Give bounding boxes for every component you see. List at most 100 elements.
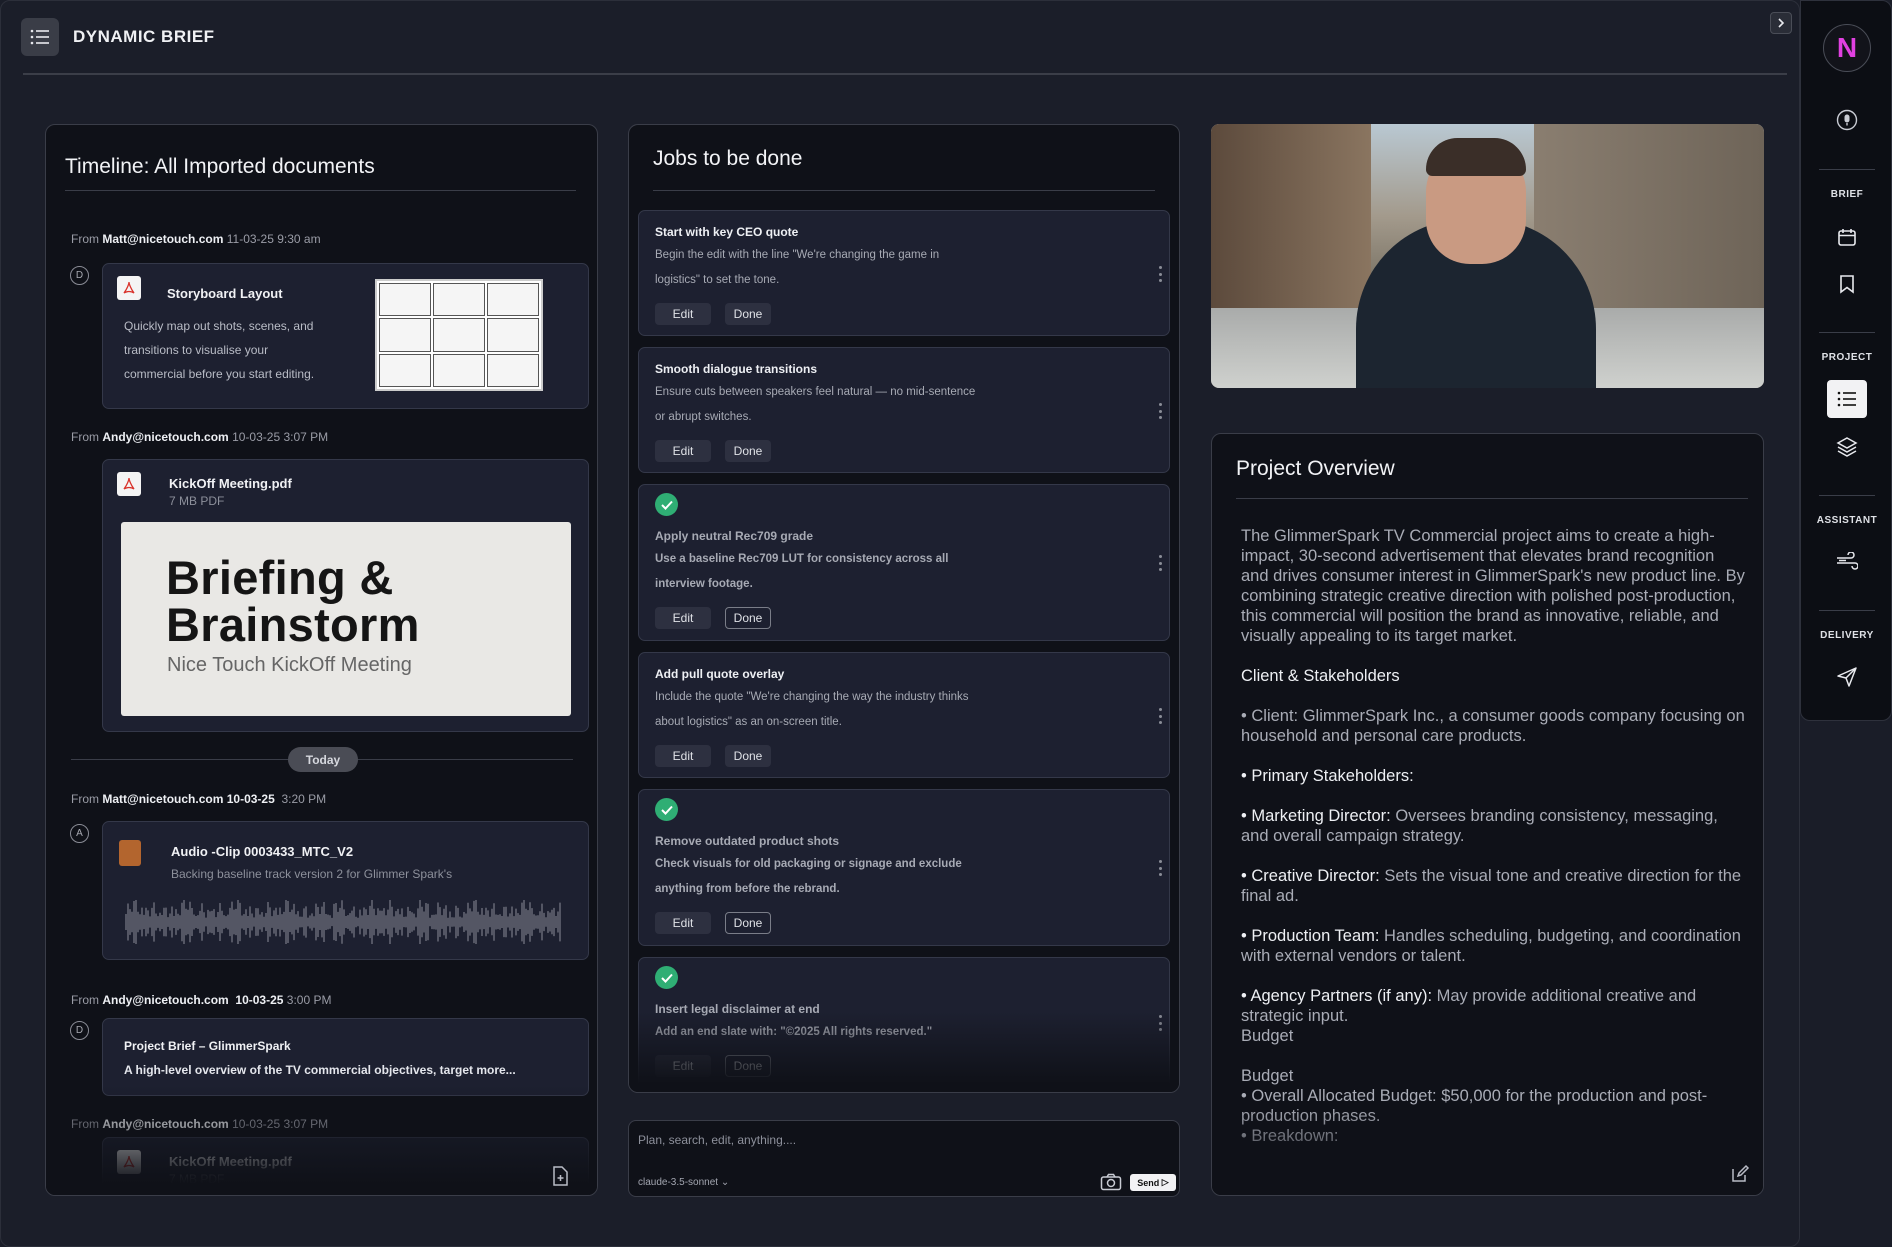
job-description: Include the quote "We're changing the wa… [655,691,969,728]
add-document-icon[interactable] [549,1165,571,1187]
top-bar: DYNAMIC BRIEF [21,15,215,59]
entry-from: From Matt@nicetouch.com 10-03-25 3:20 PM [71,792,327,806]
edit-button[interactable]: Edit [655,745,711,767]
entry-from: From Andy@nicetouch.com 10-03-25 3:07 PM [71,430,329,444]
wind-icon[interactable] [1836,550,1858,572]
budget-item: • Overall Allocated Budget: $50,000 for … [1241,1087,1708,1125]
calendar-icon[interactable] [1836,226,1858,248]
bookmark-icon[interactable] [1836,273,1858,295]
sender-email: Andy@nicetouch.com [102,430,229,444]
card-title: KickOff Meeting.pdf [169,476,292,491]
clients-heading: Client & Stakeholders [1241,667,1400,685]
today-badge: Today [288,747,358,772]
edit-button[interactable]: Edit [655,440,711,462]
more-options-icon[interactable] [1159,266,1163,282]
divider [65,190,576,191]
edit-button[interactable]: Edit [655,912,711,934]
done-button[interactable]: Done [725,912,771,934]
stakeholder-item: • Marketing Director: Oversees branding … [1241,807,1718,845]
rail-divider [1819,495,1875,496]
layers-icon[interactable] [1836,436,1858,458]
section-label-brief: BRIEF [1830,189,1864,200]
job-title: Smooth dialogue transitions [655,362,818,376]
job-card[interactable]: Smooth dialogue transitions Ensure cuts … [638,347,1170,473]
project-brief-card[interactable]: Project Brief – GlimmerSpark A high-leve… [102,1018,589,1096]
file-size: 7 MB PDF [169,494,225,508]
overview-body: The GlimmerSpark TV Commercial project a… [1241,526,1746,1146]
stakeholder-item: • Production Team: Handles scheduling, b… [1241,927,1741,965]
preview-heading: Briefing & Brainstorm [166,551,420,651]
checkmark-icon[interactable] [655,798,678,821]
waveform [125,900,561,944]
pdf-preview: Briefing & Brainstorm Nice Touch KickOff … [121,522,571,716]
sender-email: Andy@nicetouch.com [102,1117,229,1131]
camera-icon[interactable] [1100,1173,1122,1191]
avatar: D [70,266,89,285]
divider [1236,498,1748,499]
done-button[interactable]: Done [725,1055,771,1077]
checkmark-icon[interactable] [655,493,678,516]
card-title: Audio -Clip 0003433_MTC_V2 [171,844,354,859]
microphone-icon[interactable] [1836,109,1858,131]
done-button[interactable]: Done [725,440,771,462]
more-options-icon[interactable] [1159,1015,1163,1031]
sender-email: Matt@nicetouch.com [102,232,224,246]
video-preview[interactable] [1211,124,1764,388]
more-options-icon[interactable] [1159,403,1163,419]
audio-card[interactable]: Audio -Clip 0003433_MTC_V2 Backing basel… [102,821,589,960]
audio-file-icon [119,840,141,866]
overview-title: Project Overview [1236,457,1395,480]
job-description: Use a baseline Rec709 LUT for consistenc… [655,553,949,590]
checkmark-icon[interactable] [655,966,678,989]
job-card-completed[interactable]: Remove outdated product shots Check visu… [638,789,1170,946]
menu-button[interactable] [21,18,59,56]
prompt-input[interactable] [638,1129,1118,1151]
storyboard-card[interactable]: Storyboard Layout Quickly map out shots,… [102,263,589,409]
overview-intro: The GlimmerSpark TV Commercial project a… [1241,527,1745,645]
edit-button[interactable]: Edit [655,607,711,629]
job-title: Apply neutral Rec709 grade [655,529,814,543]
job-card[interactable]: Add pull quote overlay Include the quote… [638,652,1170,778]
right-navigation-rail: N BRIEF PROJECT ASSISTANT DELIVERY [1800,0,1892,721]
chevron-down-icon: ⌄ [720,1177,730,1188]
preview-subtitle: Nice Touch KickOff Meeting [167,654,412,676]
edit-button[interactable]: Edit [655,1055,711,1077]
job-card[interactable]: Start with key CEO quote Begin the edit … [638,210,1170,336]
more-options-icon[interactable] [1159,860,1163,876]
job-title: Insert legal disclaimer at end [655,1002,820,1016]
avatar: D [70,1021,89,1040]
done-button[interactable]: Done [725,745,771,767]
edit-button[interactable]: Edit [655,303,711,325]
jobs-title: Jobs to be done [653,147,803,170]
timeline-panel: Timeline: All Imported documents From Ma… [45,124,598,1196]
entry-from: From Andy@nicetouch.com 10-03-25 3:07 PM [71,1117,329,1131]
send-icon[interactable] [1836,666,1858,688]
budget-heading: Budget [1241,1067,1294,1085]
send-button[interactable]: Send ▷ [1130,1174,1176,1191]
job-card-completed[interactable]: Apply neutral Rec709 grade Use a baselin… [638,484,1170,641]
list-icon[interactable] [1827,380,1867,418]
card-title: Project Brief – GlimmerSpark [124,1039,291,1053]
more-options-icon[interactable] [1159,555,1163,571]
entry-from: From Andy@nicetouch.com 10-03-25 3:00 PM [71,993,332,1007]
kickoff-pdf-card-2[interactable]: KickOff Meeting.pdf 7 MB PDF [102,1137,589,1195]
stakeholder-item: • Agency Partners (if any): May provide … [1241,987,1697,1045]
primary-stakeholders: • Primary Stakeholders: [1241,767,1414,785]
collapse-rail-button[interactable] [1770,12,1792,34]
edit-icon[interactable] [1730,1164,1750,1184]
kickoff-pdf-card[interactable]: KickOff Meeting.pdf 7 MB PDF Briefing & B… [102,459,589,732]
rail-divider [1819,169,1875,170]
job-title: Remove outdated product shots [655,834,840,848]
more-options-icon[interactable] [1159,708,1163,724]
done-button[interactable]: Done [725,607,771,629]
entry-from: From Matt@nicetouch.com 11-03-25 9:30 am [71,232,321,246]
rail-divider [1819,332,1875,333]
list-icon [30,29,49,45]
app-logo[interactable]: N [1823,24,1871,72]
job-description: Add an end slate with: "©2025 All rights… [655,1026,933,1038]
send-arrow-icon: ▷ [1161,1177,1169,1187]
job-card-completed[interactable]: Insert legal disclaimer at end Add an en… [638,957,1170,1092]
done-button[interactable]: Done [725,303,771,325]
pdf-icon [117,1150,141,1174]
model-selector[interactable]: claude-3.5-sonnet ⌄ [638,1177,729,1188]
